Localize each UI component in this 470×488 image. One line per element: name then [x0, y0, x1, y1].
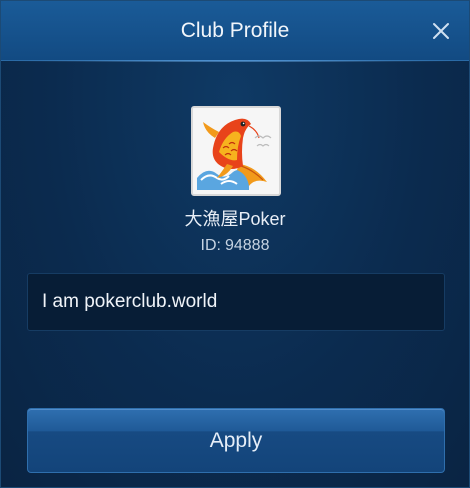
club-avatar[interactable] — [191, 106, 281, 196]
club-name: 大漁屋Poker — [184, 209, 286, 229]
close-icon[interactable] — [429, 19, 453, 43]
club-description-field[interactable]: I am pokerclub.world — [27, 273, 445, 331]
dialog-titlebar: Club Profile — [1, 1, 469, 62]
club-id-label: ID: — [200, 237, 221, 254]
club-id-value: 94888 — [224, 237, 270, 254]
apply-button[interactable]: Apply — [27, 408, 445, 473]
dialog-title: Club Profile — [180, 19, 290, 42]
club-id: ID: 94888 — [1, 237, 469, 255]
koi-fish-icon — [193, 108, 279, 194]
club-profile-dialog: Club Profile 大漁屋Poker ID: 94888 I am pok… — [0, 0, 470, 488]
